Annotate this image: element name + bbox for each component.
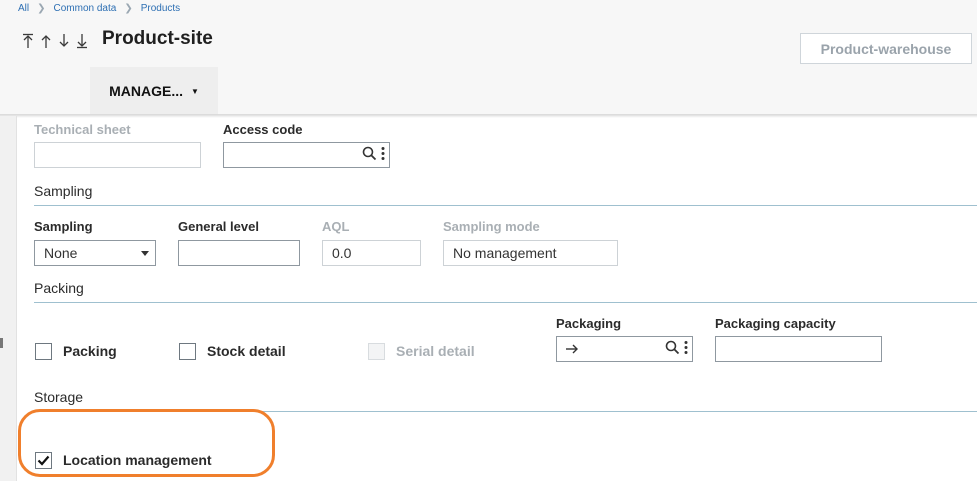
storage-section-title: Storage — [34, 389, 84, 405]
sampling-section-title: Sampling — [34, 183, 93, 199]
more-options-icon[interactable] — [381, 146, 385, 161]
search-icon[interactable] — [362, 146, 377, 161]
packing-section-divider — [34, 302, 977, 303]
top-bar: All ❯ Common data ❯ Products Product-sit… — [0, 0, 977, 116]
chevron-right-icon: ❯ — [37, 2, 46, 14]
packing-checkbox[interactable] — [35, 343, 52, 360]
aql-field: 0.0 — [322, 240, 421, 266]
sampling-mode-field: No management — [443, 240, 618, 266]
caret-down-icon: ▼ — [190, 86, 199, 96]
next-record-icon[interactable] — [55, 30, 73, 52]
stock-detail-checkbox[interactable] — [179, 343, 196, 360]
serial-detail-checkbox-label: Serial detail — [396, 343, 475, 359]
search-icon[interactable] — [665, 340, 680, 355]
previous-record-icon[interactable] — [37, 30, 55, 52]
packaging-capacity-label: Packaging capacity — [715, 316, 836, 331]
panel-toggle-handle[interactable] — [0, 338, 3, 348]
highlight-annotation — [18, 409, 275, 477]
access-code-label: Access code — [223, 122, 303, 137]
arrow-right-icon[interactable] — [566, 344, 579, 354]
breadcrumb-all[interactable]: All — [18, 3, 29, 14]
sampling-section-divider — [34, 205, 977, 206]
left-side-panel — [0, 116, 17, 481]
header-shadow — [0, 114, 977, 118]
aql-label: AQL — [322, 219, 350, 234]
sampling-mode-label: Sampling mode — [443, 219, 540, 234]
page-title: Product-site — [102, 28, 213, 49]
general-level-label: General level — [178, 219, 259, 234]
technical-sheet-label: Technical sheet — [34, 122, 131, 137]
packing-checkbox-label: Packing — [63, 343, 117, 359]
record-navigation — [19, 30, 91, 52]
general-level-field[interactable] — [178, 240, 300, 266]
sampling-select[interactable]: None — [34, 240, 156, 266]
more-options-icon[interactable] — [684, 340, 688, 355]
last-record-icon[interactable] — [73, 30, 91, 52]
first-record-icon[interactable] — [19, 30, 37, 52]
chevron-right-icon: ❯ — [124, 2, 133, 14]
sampling-value: None — [44, 245, 78, 261]
breadcrumb-products[interactable]: Products — [141, 3, 180, 14]
dropdown-arrow-icon — [141, 251, 149, 256]
packaging-capacity-field[interactable] — [715, 336, 882, 362]
packing-section-title: Packing — [34, 280, 84, 296]
stock-detail-checkbox-label: Stock detail — [207, 343, 286, 359]
manage-menu-button[interactable]: MANAGE... ▼ — [90, 67, 218, 115]
breadcrumb-common-data[interactable]: Common data — [54, 3, 117, 14]
product-warehouse-button[interactable]: Product-warehouse — [800, 33, 972, 64]
sampling-label: Sampling — [34, 219, 93, 234]
packaging-field[interactable] — [556, 336, 693, 362]
technical-sheet-field — [34, 142, 201, 168]
serial-detail-checkbox — [368, 343, 385, 360]
packaging-label: Packaging — [556, 316, 622, 331]
manage-label: MANAGE... — [109, 83, 183, 99]
access-code-field[interactable] — [223, 142, 390, 168]
breadcrumb: All ❯ Common data ❯ Products — [18, 1, 180, 15]
